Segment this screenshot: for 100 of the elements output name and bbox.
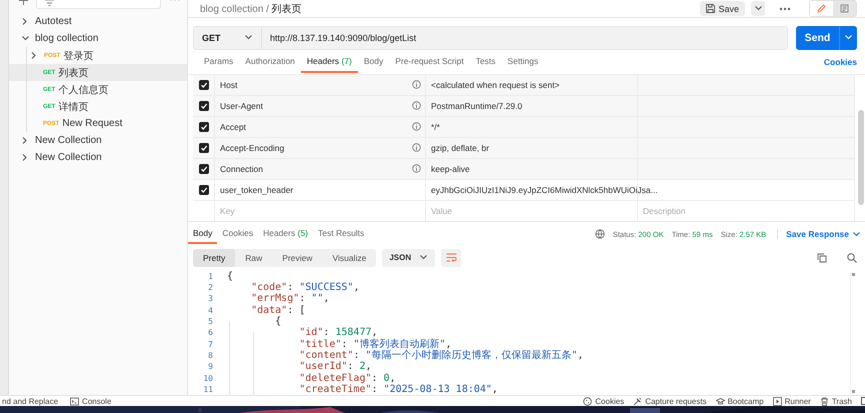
header-value: gzip, deflate, br [431,142,490,153]
request-tab[interactable]: Params [198,52,240,73]
checkbox[interactable] [198,142,208,153]
checkbox[interactable] [198,164,208,174]
request-tab[interactable]: Settings [502,52,544,73]
code-line: "deleteFlag": 0, [298,372,396,384]
code-line: "createTime": "2025-08-13 18:04", [298,384,498,395]
caret-icon [852,230,861,239]
checkbox[interactable] [198,184,208,195]
request-tab[interactable]: Authorization [239,52,301,73]
header-value: PostmanRuntime/7.29.0 [431,100,522,111]
line-number: 7 [207,340,213,349]
line-number: 1 [207,272,213,281]
view-tab[interactable]: Visualize [322,248,376,267]
cookies-link[interactable]: Cookies [824,52,857,73]
description-field[interactable]: Description [643,204,833,217]
document-icon [840,4,849,13]
request-tab[interactable]: Body [358,52,390,73]
save-button[interactable]: Save [700,1,745,16]
info-icon[interactable] [412,143,421,152]
search-icon[interactable] [847,252,857,263]
copy-icon[interactable] [817,252,827,263]
scrollbar[interactable] [850,270,857,395]
more-icon[interactable] [779,6,791,12]
scrollbar-thumb[interactable] [858,110,864,205]
status-bar-item[interactable]: Bootcamp [716,396,764,406]
sidebar-item[interactable]: New Collection [9,132,187,149]
status-bar-item[interactable]: Cookies [583,396,624,406]
line-number: 3 [207,294,213,304]
response-tab[interactable]: Test Results [313,224,370,244]
line-number: 11 [202,384,213,394]
header-value: keep-alive [431,164,470,174]
value-field[interactable]: Value [431,204,616,217]
trash-icon [820,396,829,406]
play-icon [772,396,782,406]
header-key: Accept [220,122,246,132]
sidebar-item[interactable]: blog collection [9,30,187,47]
header-key: Accept-Encoding [220,142,284,153]
checkbox[interactable] [198,122,208,132]
status-bar-item[interactable]: nd and Replace [2,396,58,406]
save-response-button[interactable]: Save Response [777,229,865,240]
code-line: "userId": 2, [298,361,372,372]
filter-icon [45,0,54,6]
code-line: "title": "博客列表自动刷新", [298,338,452,350]
code-line: "content": "每隔一个小时删除历史博客，仅保留最新五条", [298,350,584,361]
line-number: 8 [207,350,213,360]
console-icon [70,396,80,406]
code-line: { [227,270,234,282]
header-value: <calculated when request is sent> [431,80,560,90]
info-icon[interactable] [412,101,421,110]
globe-icon[interactable] [594,229,605,240]
breadcrumb: blog collection / 列表页 [200,2,302,16]
caret-icon [754,4,762,13]
header-value: eyJhbGciOiJIUzI1NiJ9.eyJpZCI6MiwidXNlck5hbWUiOiJsa... [431,184,658,195]
header-key: User-Agent [220,100,263,111]
line-number: 2 [207,283,213,292]
docs-mode-button[interactable] [833,1,856,16]
view-tab[interactable]: Raw [235,248,272,267]
request-tab[interactable]: Headers (7) [300,52,358,73]
status-bar-item[interactable]: Capture requests [633,396,707,406]
info-icon[interactable] [412,80,421,90]
checkbox[interactable] [198,80,208,90]
view-tab[interactable]: Pretty [193,248,236,267]
status-bar-item[interactable]: Trash [820,396,852,406]
code-line: "errMsg": "", [250,293,330,304]
request-tab[interactable]: Pre-request Script [389,52,470,73]
response-tab[interactable]: Cookies [217,224,258,244]
line-number: 4 [207,306,213,315]
code-line: "id": 158477, [298,327,378,338]
info-icon[interactable] [412,164,421,174]
view-tab[interactable]: Preview [272,248,322,267]
key-field[interactable]: Key [220,204,404,217]
header-key: Host [220,80,238,90]
response-tab[interactable]: Body [188,224,218,244]
graduation-cap-icon [716,396,725,406]
code-line: "data": [ [250,304,306,316]
code-line: "code": "SUCCESS", [250,282,360,294]
cookie-icon [583,396,592,406]
response-tab[interactable]: Headers (5) [258,224,313,244]
sidebar-item[interactable]: Autotest [9,13,187,30]
checkbox[interactable] [198,100,208,111]
status-bar-item[interactable]: Console [70,396,112,406]
line-number: 5 [207,317,213,326]
request-tab[interactable]: Tests [470,52,502,73]
save-options-button[interactable] [751,1,765,16]
line-number: 10 [202,374,213,383]
save-icon [706,4,716,13]
status-bar-item[interactable]: Runner [772,396,811,406]
header-value: */* [431,122,440,132]
wrap-lines-button[interactable] [441,248,462,267]
code-line: { [274,316,282,328]
wrap-icon [446,253,457,262]
header-key: Connection [220,164,264,174]
pencil-icon [817,4,826,13]
sidebar-item[interactable]: New Collection [9,149,187,166]
line-number: 6 [207,328,213,338]
header-key: user_token_header [220,184,294,195]
info-icon[interactable] [412,122,421,132]
format-dropdown[interactable]: JSON [382,248,436,267]
line-number: 9 [207,362,213,372]
